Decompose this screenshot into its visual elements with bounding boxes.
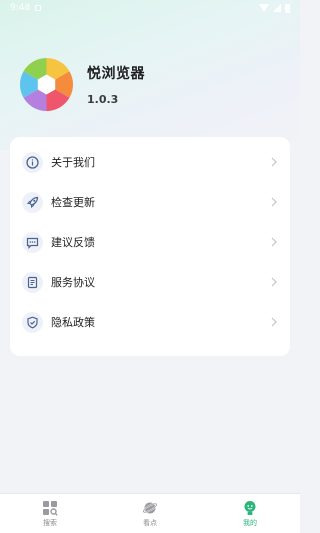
tab-label: 看点 xyxy=(143,518,157,527)
document-icon xyxy=(22,271,43,293)
chevron-right-icon xyxy=(271,197,277,207)
chevron-right-icon xyxy=(271,157,277,167)
tab-label: 我的 xyxy=(243,518,257,527)
tab-highlights[interactable]: 看点 xyxy=(120,500,180,528)
info-icon xyxy=(22,151,43,173)
menu-item-feedback[interactable]: 建议反馈 xyxy=(10,222,290,262)
user-icon xyxy=(242,500,258,516)
shield-icon xyxy=(22,311,43,333)
settings-menu-card: 关于我们 检查更新 建议反馈 服务协议 隐私政策 xyxy=(10,137,290,356)
menu-item-privacy-policy[interactable]: 隐私政策 xyxy=(10,302,290,342)
grid-search-icon xyxy=(42,500,58,516)
chevron-right-icon xyxy=(271,277,277,287)
app-name: 悦浏览器 xyxy=(87,66,145,82)
menu-item-label: 关于我们 xyxy=(51,156,95,169)
tab-mine[interactable]: 我的 xyxy=(220,500,280,528)
feedback-icon xyxy=(22,231,43,253)
app-header: 悦浏览器 1.0.3 xyxy=(20,58,145,111)
status-time: 9:48 xyxy=(10,3,31,13)
bottom-tab-bar: 搜索 看点 我的 xyxy=(0,493,300,533)
app-version: 1.0.3 xyxy=(87,93,119,106)
chevron-right-icon xyxy=(271,237,277,247)
planet-icon xyxy=(142,500,158,516)
menu-item-about-us[interactable]: 关于我们 xyxy=(10,142,290,182)
chevron-right-icon xyxy=(271,317,277,327)
battery-icon xyxy=(285,3,290,13)
menu-item-check-update[interactable]: 检查更新 xyxy=(10,182,290,222)
menu-item-label: 建议反馈 xyxy=(51,236,95,249)
menu-item-label: 隐私政策 xyxy=(51,316,95,329)
menu-item-label: 服务协议 xyxy=(51,276,95,289)
tab-label: 搜索 xyxy=(43,518,57,527)
tab-search[interactable]: 搜索 xyxy=(20,500,80,528)
notification-icon xyxy=(35,5,42,11)
menu-item-service-agreement[interactable]: 服务协议 xyxy=(10,262,290,302)
status-bar: 9:48 xyxy=(0,0,300,16)
app-logo-icon xyxy=(20,58,73,111)
rocket-icon xyxy=(22,191,43,213)
wifi-icon xyxy=(259,4,269,12)
menu-item-label: 检查更新 xyxy=(51,196,95,209)
signal-icon xyxy=(273,4,281,12)
